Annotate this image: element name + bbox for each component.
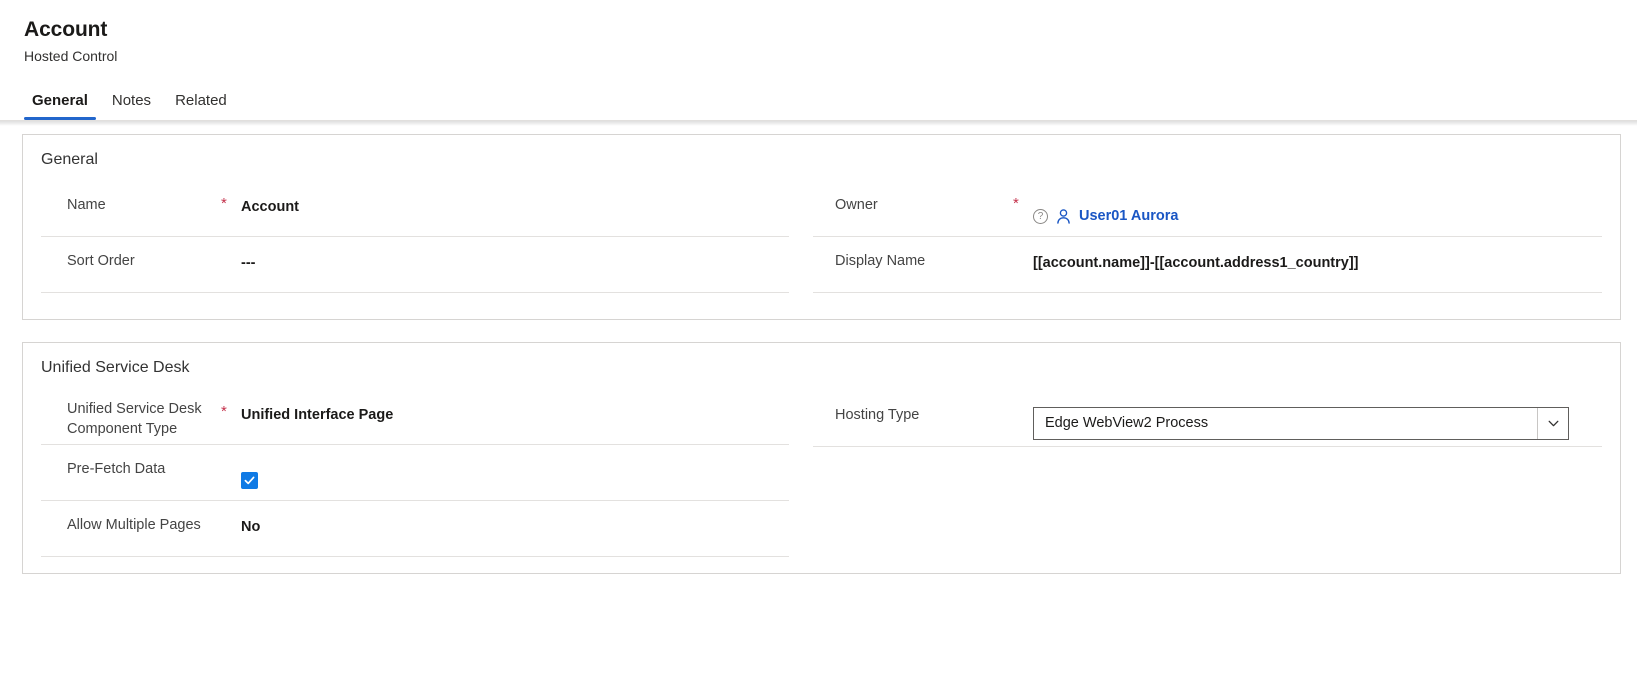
field-sort-order: Sort Order --- <box>41 237 789 293</box>
page-subtitle: Hosted Control <box>24 48 118 64</box>
field-owner: Owner * ? User01 Aurora <box>813 181 1602 237</box>
tab-general[interactable]: General <box>24 91 96 120</box>
field-component-type-required-indicator: * <box>221 403 227 420</box>
usd-right-bottom-spacer <box>813 447 1602 499</box>
field-allow-multiple-pages-label: Allow Multiple Pages <box>67 517 201 533</box>
field-hosting-type-required-indicator <box>1013 389 1033 398</box>
pre-fetch-data-checkbox[interactable] <box>241 472 258 489</box>
section-usd-left-column: Unified Service Desk Component Type * Un… <box>23 389 789 573</box>
field-owner-label: Owner <box>835 197 878 213</box>
section-general-title: General <box>41 151 98 168</box>
field-allow-multiple-pages-value[interactable]: No <box>241 505 789 537</box>
field-display-name-label: Display Name <box>835 253 926 269</box>
field-hosting-type-value: Edge WebView2 Process <box>1033 389 1602 440</box>
field-sort-order-label: Sort Order <box>67 253 135 269</box>
field-sort-order-value[interactable]: --- <box>241 241 789 273</box>
section-general-right-column: Owner * ? User01 Aurora Display Name [[a… <box>813 181 1620 319</box>
field-allow-multiple-pages: Allow Multiple Pages No <box>41 501 789 557</box>
field-sort-order-required-indicator <box>221 241 241 250</box>
tab-related-label: Related <box>175 92 227 109</box>
field-pre-fetch-data-required-indicator <box>221 449 241 458</box>
general-left-bottom-spacer <box>41 293 789 319</box>
tab-general-label: General <box>32 92 88 109</box>
field-name-value[interactable]: Account <box>241 185 789 217</box>
field-hosting-type: Hosting Type Edge WebView2 Process <box>813 389 1602 447</box>
section-general-left-column: Name * Account Sort Order --- <box>23 181 789 319</box>
field-component-type-label: Unified Service Desk Component Type <box>67 401 202 437</box>
tab-strip: General Notes Related <box>24 82 1637 120</box>
section-general-columns: Name * Account Sort Order --- Owner * ? … <box>23 181 1620 319</box>
usd-left-bottom-spacer <box>41 557 789 573</box>
section-usd-title: Unified Service Desk <box>41 359 190 376</box>
section-unified-service-desk: Unified Service Desk Unified Service Des… <box>22 342 1621 574</box>
field-pre-fetch-data-label: Pre-Fetch Data <box>67 461 166 477</box>
section-usd-columns: Unified Service Desk Component Type * Un… <box>23 389 1620 573</box>
field-allow-multiple-pages-required-indicator <box>221 505 241 514</box>
tab-related[interactable]: Related <box>167 91 235 120</box>
form-body: General Name * Account Sort Order --- Ow… <box>0 126 1637 574</box>
field-component-type-value[interactable]: Unified Interface Page <box>241 393 789 425</box>
field-display-name-value[interactable]: [[account.name]]-[[account.address1_coun… <box>1033 241 1602 273</box>
general-right-bottom-spacer <box>813 293 1602 319</box>
field-name: Name * Account <box>41 181 789 237</box>
field-owner-value: ? User01 Aurora <box>1033 185 1602 226</box>
page-title: Account <box>24 18 108 41</box>
owner-link[interactable]: User01 Aurora <box>1079 206 1178 226</box>
field-name-label: Name <box>67 197 106 213</box>
tab-notes-label: Notes <box>111 92 152 109</box>
chevron-down-icon[interactable] <box>1537 408 1568 439</box>
field-component-type: Unified Service Desk Component Type * Un… <box>41 389 789 445</box>
field-owner-required-indicator: * <box>1013 195 1019 212</box>
help-icon[interactable]: ? <box>1033 208 1048 224</box>
tab-notes[interactable]: Notes <box>104 91 159 120</box>
field-display-name-required-indicator <box>1013 241 1033 250</box>
owner-lookup[interactable]: ? User01 Aurora <box>1033 197 1602 226</box>
hosting-type-select[interactable]: Edge WebView2 Process <box>1033 407 1569 440</box>
hosting-type-selected-value: Edge WebView2 Process <box>1045 415 1209 431</box>
section-general: General Name * Account Sort Order --- Ow… <box>22 134 1621 320</box>
section-usd-right-column: Hosting Type Edge WebView2 Process <box>813 389 1620 499</box>
field-display-name: Display Name [[account.name]]-[[account.… <box>813 237 1602 293</box>
field-name-required-indicator: * <box>221 195 227 212</box>
page-header: Account Hosted Control General Notes Rel… <box>0 0 1637 120</box>
person-icon <box>1055 208 1072 225</box>
field-pre-fetch-data: Pre-Fetch Data <box>41 445 789 501</box>
field-pre-fetch-data-value <box>241 449 789 492</box>
field-hosting-type-label: Hosting Type <box>835 407 920 423</box>
